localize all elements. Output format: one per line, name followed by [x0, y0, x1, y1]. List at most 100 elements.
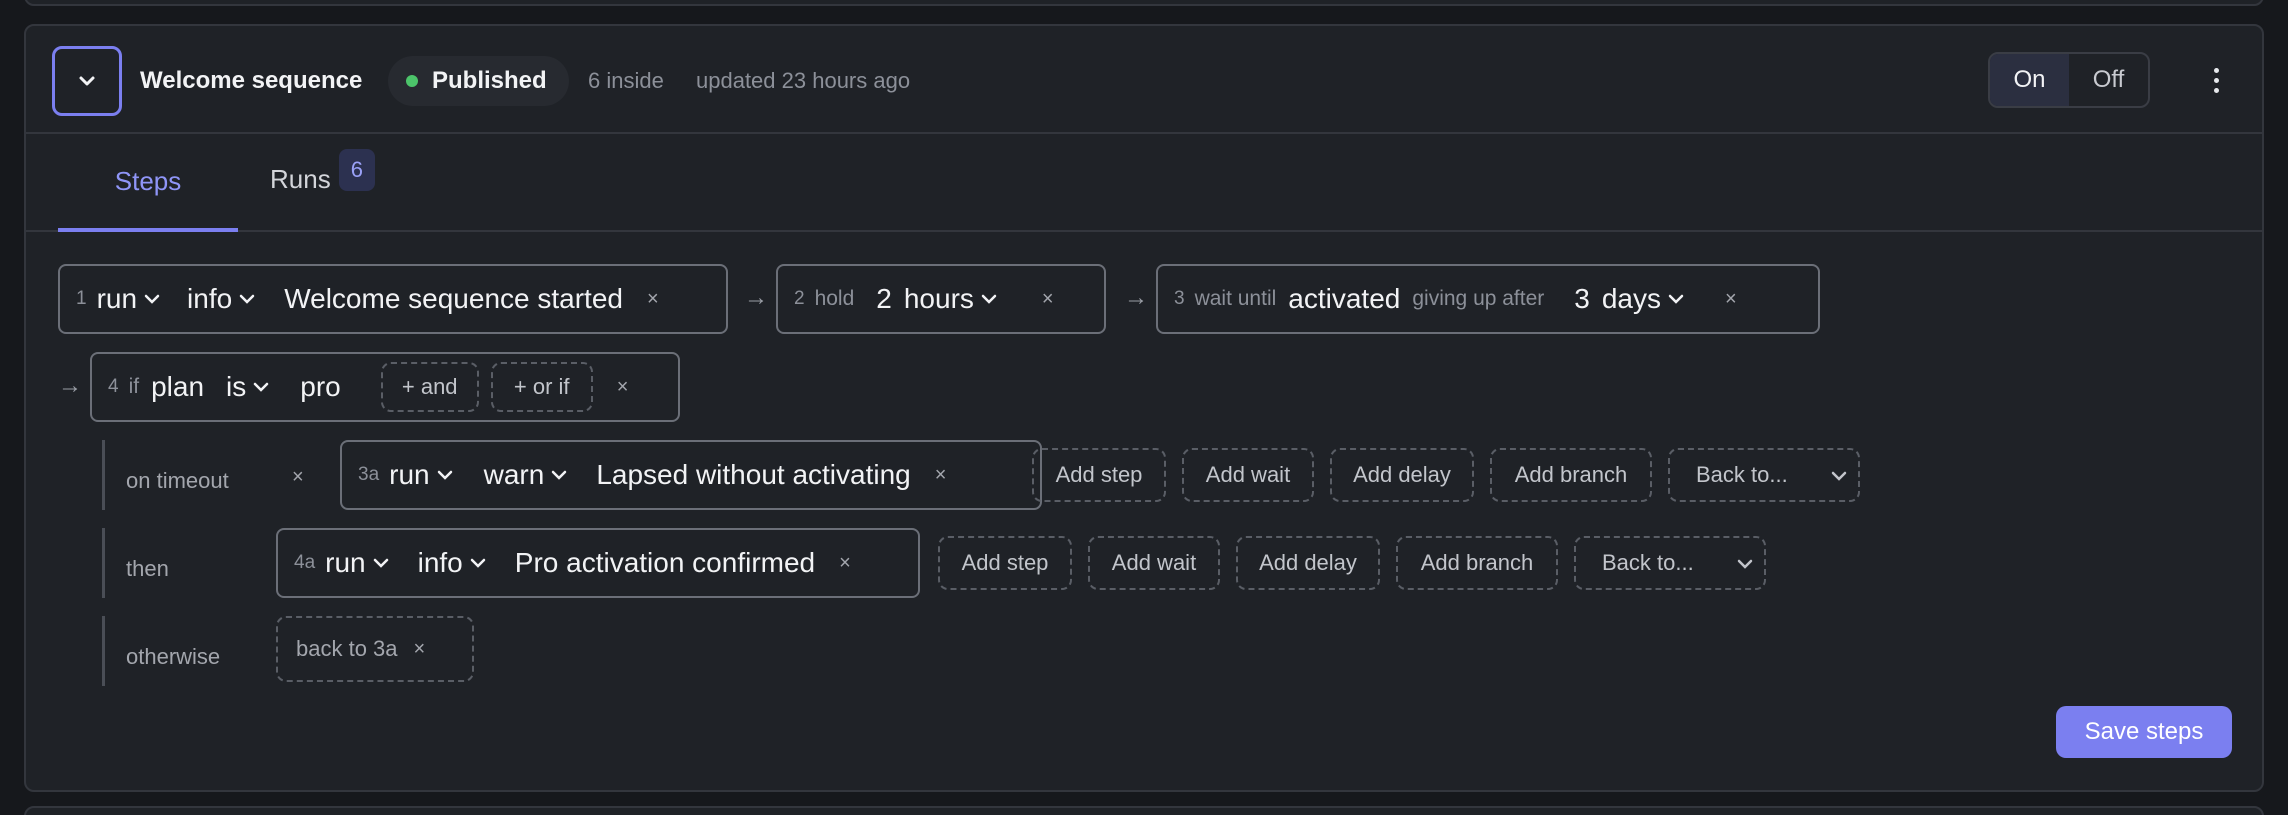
- timeout-amount-input[interactable]: 3: [1574, 283, 1590, 315]
- message-input[interactable]: Pro activation confirmed: [515, 547, 815, 579]
- timeout-unit-select[interactable]: days: [1602, 283, 1685, 315]
- updated-timestamp: updated 23 hours ago: [696, 68, 911, 93]
- more-options-icon[interactable]: [2196, 60, 2236, 100]
- remove-step-icon[interactable]: ×: [617, 376, 629, 399]
- step-4: 4 if plan is pro + and + or if ×: [90, 352, 680, 422]
- giving-up-keyword: giving up after: [1412, 287, 1545, 310]
- branch-label-then: then: [126, 556, 169, 581]
- status-label: Published: [432, 67, 547, 94]
- action-select[interactable]: run: [97, 283, 161, 315]
- remove-chip-icon[interactable]: ×: [414, 638, 426, 661]
- card-header: Welcome sequence Published 6 inside upda…: [26, 26, 2262, 134]
- next-card-edge: [24, 806, 2264, 815]
- add-delay-button[interactable]: Add delay: [1330, 448, 1474, 502]
- condition-field-input[interactable]: plan: [151, 371, 204, 403]
- arrow-right-icon: →: [1124, 284, 1148, 311]
- remove-step-icon[interactable]: ×: [1042, 288, 1054, 311]
- action-value: run: [325, 547, 366, 578]
- status-badge: Published: [388, 56, 569, 106]
- action-select[interactable]: run: [325, 547, 389, 579]
- step-number: 2: [794, 288, 805, 309]
- unit-value: days: [1601, 283, 1662, 314]
- operator-select[interactable]: is: [226, 371, 270, 403]
- chevron-down-icon: [470, 558, 486, 568]
- operator-value: is: [226, 371, 247, 402]
- on-off-toggle[interactable]: On Off: [1988, 52, 2150, 108]
- branch-rail: [102, 528, 105, 598]
- wait-keyword: wait until: [1194, 287, 1277, 310]
- step-3a: 3a run warn Lapsed without activating ×: [340, 440, 1042, 510]
- back-to-chip: back to 3a ×: [276, 616, 474, 682]
- add-step-button[interactable]: Add step: [938, 536, 1072, 590]
- add-wait-button[interactable]: Add wait: [1088, 536, 1220, 590]
- branch-label-timeout: on timeout: [126, 468, 229, 493]
- chevron-down-icon: [79, 76, 95, 86]
- chevron-down-icon: [1668, 294, 1684, 304]
- step-number: 1: [76, 288, 87, 309]
- remove-step-icon[interactable]: ×: [1725, 288, 1737, 311]
- step-3: 3 wait until activated giving up after 3…: [1156, 264, 1820, 334]
- action-select[interactable]: run: [389, 459, 453, 491]
- add-wait-button[interactable]: Add wait: [1182, 448, 1314, 502]
- action-value: run: [389, 459, 430, 490]
- hold-amount-input[interactable]: 2: [876, 283, 892, 315]
- member-count: 6 inside: [588, 68, 664, 93]
- add-delay-button[interactable]: Add delay: [1236, 536, 1380, 590]
- sequence-title: Welcome sequence: [140, 67, 363, 94]
- remove-step-icon[interactable]: ×: [647, 288, 659, 311]
- condition-value-input[interactable]: pro: [300, 371, 340, 403]
- level-value: warn: [483, 459, 545, 490]
- chevron-down-icon: [981, 294, 997, 304]
- remove-branch-icon[interactable]: ×: [292, 466, 304, 489]
- remove-step-icon[interactable]: ×: [839, 552, 851, 575]
- chevron-down-icon: [239, 294, 255, 304]
- toggle-off-option[interactable]: Off: [2069, 54, 2148, 106]
- action-value: run: [96, 283, 138, 314]
- tab-bar: Steps Runs 6: [26, 134, 2262, 232]
- back-to-chip-label: back to 3a: [296, 636, 398, 661]
- tab-runs[interactable]: Runs 6: [270, 148, 375, 195]
- chevron-down-icon: [254, 382, 269, 392]
- back-to-label: Back to...: [1602, 550, 1694, 575]
- branch-rail: [102, 440, 105, 510]
- hold-keyword: hold: [814, 287, 855, 310]
- sequence-card: Welcome sequence Published 6 inside upda…: [24, 24, 2264, 792]
- add-step-button[interactable]: Add step: [1032, 448, 1166, 502]
- back-to-label: Back to...: [1696, 462, 1788, 487]
- step-number: 4: [108, 376, 119, 397]
- message-input[interactable]: Lapsed without activating: [596, 459, 910, 491]
- message-input[interactable]: Welcome sequence started: [284, 283, 623, 315]
- event-input[interactable]: activated: [1288, 283, 1400, 315]
- hold-unit-select[interactable]: hours: [904, 283, 998, 315]
- remove-step-icon[interactable]: ×: [935, 464, 947, 487]
- chevron-down-icon: [1737, 559, 1753, 569]
- unit-value: hours: [903, 283, 974, 314]
- save-steps-button[interactable]: Save steps: [2056, 706, 2232, 758]
- collapse-button[interactable]: [52, 46, 122, 116]
- branch-label-otherwise: otherwise: [126, 644, 221, 669]
- step-1: 1 run info Welcome sequence started ×: [58, 264, 728, 334]
- chevron-down-icon: [552, 470, 567, 480]
- add-branch-button[interactable]: Add branch: [1396, 536, 1558, 590]
- step-2: 2 hold 2 hours ×: [776, 264, 1106, 334]
- back-to-select[interactable]: Back to...: [1668, 448, 1860, 502]
- if-keyword: if: [128, 375, 140, 398]
- level-value: info: [187, 283, 233, 314]
- arrow-right-icon: →: [744, 284, 768, 311]
- level-select[interactable]: info: [187, 283, 256, 315]
- level-select[interactable]: info: [418, 547, 487, 579]
- add-or-if-button[interactable]: + or if: [490, 362, 593, 412]
- back-to-select[interactable]: Back to...: [1574, 536, 1766, 590]
- step-number: 3a: [358, 464, 380, 485]
- previous-card-edge: [24, 0, 2264, 6]
- level-select[interactable]: warn: [484, 459, 569, 491]
- tab-steps[interactable]: Steps: [58, 134, 238, 232]
- runs-count-badge: 6: [338, 148, 375, 191]
- add-branch-button[interactable]: Add branch: [1490, 448, 1652, 502]
- step-number: 4a: [294, 552, 316, 573]
- chevron-down-icon: [144, 294, 160, 304]
- chevron-down-icon: [437, 470, 452, 480]
- toggle-on-option[interactable]: On: [1990, 54, 2069, 106]
- add-and-button[interactable]: + and: [380, 362, 479, 412]
- chevron-down-icon: [373, 558, 388, 568]
